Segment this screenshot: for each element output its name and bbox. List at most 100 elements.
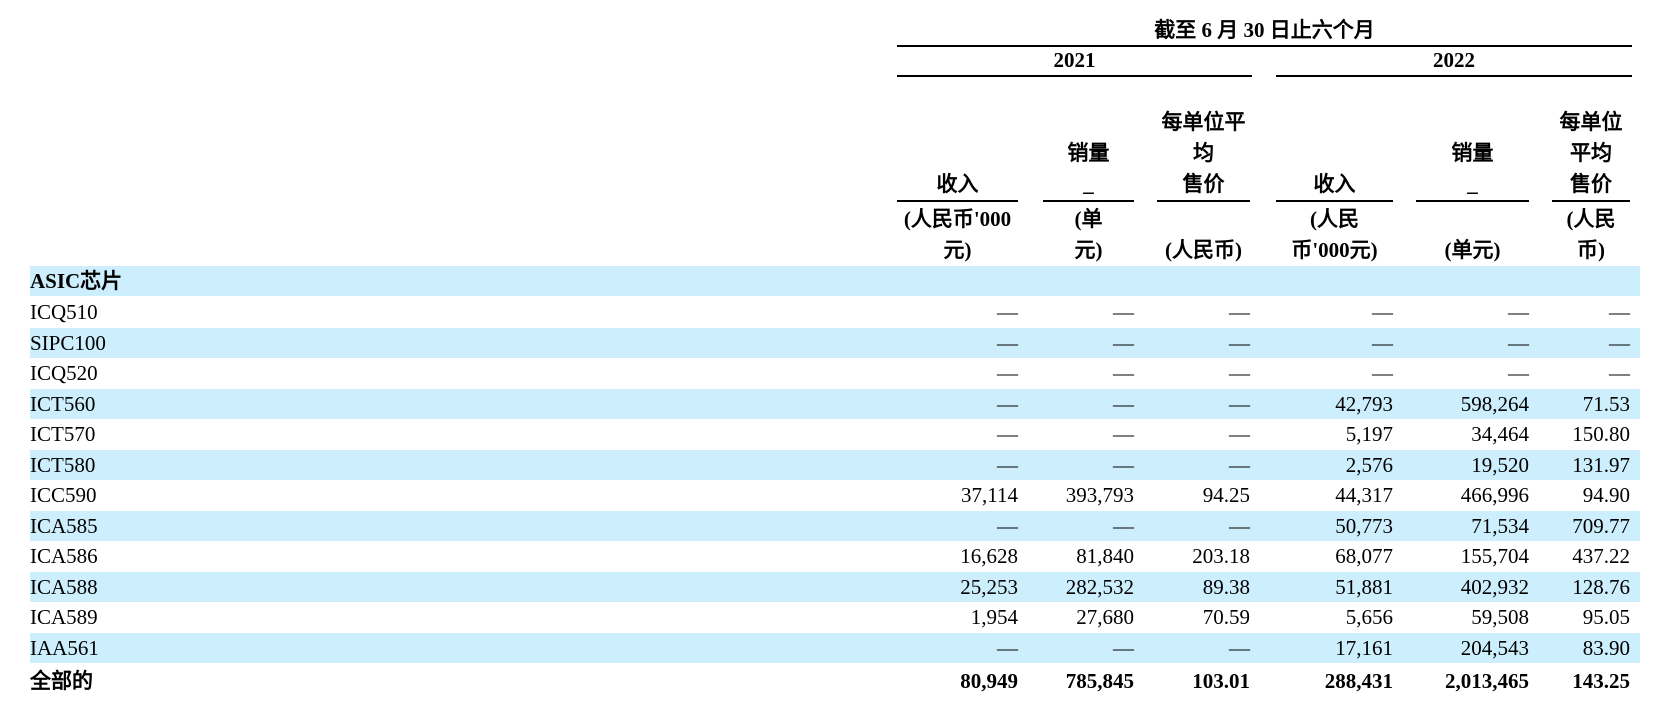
row-value: — bbox=[1113, 361, 1134, 385]
row-value: 95.05 bbox=[1582, 605, 1630, 629]
row-value: — bbox=[997, 361, 1018, 385]
row-value: 25,253 bbox=[960, 574, 1018, 599]
row-label: ICT580 bbox=[30, 452, 96, 477]
row-value: 80,949 bbox=[960, 669, 1018, 693]
table-row: IAA561 — — — 17,161 204,543 83.90 bbox=[30, 632, 1640, 663]
row-value: 19,520 bbox=[1471, 452, 1529, 477]
row-value: — bbox=[997, 513, 1018, 538]
row-value: 466,996 bbox=[1460, 483, 1529, 507]
row-value: — bbox=[1229, 330, 1250, 355]
row-label: ICT560 bbox=[30, 391, 96, 416]
row-value: — bbox=[997, 391, 1018, 416]
row-value: 71,534 bbox=[1471, 513, 1529, 538]
row-value: — bbox=[1508, 330, 1529, 355]
row-value: — bbox=[1609, 330, 1630, 355]
column-header-unit: (人民币'000 bbox=[903, 207, 1012, 231]
row-value: 37,114 bbox=[961, 483, 1018, 507]
row-value: 94.25 bbox=[1202, 483, 1250, 507]
row-value: 94.90 bbox=[1582, 483, 1630, 507]
column-header-unit: (人民币) bbox=[1165, 238, 1242, 262]
row-value: 437.22 bbox=[1572, 544, 1630, 568]
row-value: 103.01 bbox=[1192, 669, 1250, 693]
column-header-rule bbox=[1157, 200, 1250, 202]
row-value: — bbox=[1508, 361, 1529, 385]
column-header-unit: 元) bbox=[1074, 238, 1103, 262]
row-value: 71.53 bbox=[1582, 391, 1630, 416]
row-value: 34,464 bbox=[1471, 422, 1529, 446]
table-row: ICT560 — — — 42,793 598,264 71.53 bbox=[30, 388, 1640, 419]
row-value: — bbox=[1372, 361, 1393, 385]
row-value: — bbox=[1113, 452, 1134, 477]
year-2022-rule bbox=[1276, 75, 1632, 77]
year-2021-rule bbox=[897, 75, 1252, 77]
row-label: ICA589 bbox=[30, 605, 98, 629]
row-value: 5,656 bbox=[1345, 605, 1393, 629]
row-value: 89.38 bbox=[1202, 574, 1250, 599]
table-row: ICQ510 — — — — — — bbox=[30, 297, 1640, 327]
row-label: ICC590 bbox=[30, 483, 97, 507]
row-value: 42,793 bbox=[1335, 391, 1393, 416]
column-header-name: 售价 bbox=[1182, 172, 1225, 196]
column-header-rule bbox=[897, 200, 1018, 202]
row-value: 155,704 bbox=[1460, 544, 1529, 568]
row-value: 204,543 bbox=[1460, 635, 1529, 660]
row-value: — bbox=[1113, 391, 1134, 416]
row-value: — bbox=[1229, 635, 1250, 660]
row-value: — bbox=[1372, 300, 1393, 324]
row-value: 282,532 bbox=[1065, 574, 1134, 599]
section-header-row: ASIC芯片 bbox=[30, 266, 1640, 296]
table-row: ICT580 — — — 2,576 19,520 131.97 bbox=[30, 449, 1640, 480]
row-value: 5,197 bbox=[1345, 422, 1393, 446]
row-value: 2,013,465 bbox=[1445, 669, 1529, 693]
row-value: 1,954 bbox=[970, 605, 1018, 629]
row-value: 81,840 bbox=[1076, 544, 1134, 568]
column-header-unit: 元) bbox=[943, 238, 972, 262]
row-label: ASIC芯片 bbox=[30, 269, 123, 293]
column-header-unit: 币'000元) bbox=[1291, 238, 1378, 262]
row-value: 393,793 bbox=[1065, 483, 1134, 507]
row-value: 50,773 bbox=[1335, 513, 1393, 538]
row-value: — bbox=[997, 635, 1018, 660]
row-value: 44,317 bbox=[1335, 483, 1393, 507]
row-value: — bbox=[997, 452, 1018, 477]
table-row: ICA586 16,628 81,840 203.18 68,077 155,704 437… bbox=[30, 541, 1640, 571]
row-value: — bbox=[1229, 361, 1250, 385]
row-value: 51,881 bbox=[1335, 574, 1393, 599]
column-header-rule bbox=[1043, 200, 1134, 202]
row-value: 785,845 bbox=[1065, 669, 1134, 693]
row-value: — bbox=[1113, 422, 1134, 446]
row-value: 68,077 bbox=[1335, 544, 1393, 568]
table-row: ICC590 37,114 393,793 94.25 44,317 466,996 94.… bbox=[30, 480, 1640, 510]
row-value: 709.77 bbox=[1572, 513, 1630, 538]
column-header-unit: 币) bbox=[1577, 238, 1605, 262]
row-value: 128.76 bbox=[1572, 574, 1630, 599]
row-label: 全部的 bbox=[30, 669, 93, 693]
row-label: SIPC100 bbox=[30, 330, 106, 355]
row-label: ICA586 bbox=[30, 544, 98, 568]
row-label: ICT570 bbox=[30, 422, 96, 446]
column-header-unit: (单 bbox=[1074, 207, 1103, 231]
row-label: ICA588 bbox=[30, 574, 98, 599]
column-header-name: 均 bbox=[1193, 141, 1214, 165]
column-header-name: _ bbox=[1083, 172, 1094, 196]
row-value: — bbox=[1229, 391, 1250, 416]
row-value: 150.80 bbox=[1572, 422, 1630, 446]
column-header-name: 每单位平 bbox=[1161, 110, 1246, 134]
row-value: — bbox=[997, 422, 1018, 446]
row-value: — bbox=[1113, 330, 1134, 355]
column-header-unit: (人民 bbox=[1310, 207, 1359, 231]
row-label: ICQ520 bbox=[30, 361, 98, 385]
column-header-rule bbox=[1276, 200, 1393, 202]
table-row: ICQ520 — — — — — — bbox=[30, 358, 1640, 388]
row-value: — bbox=[1113, 635, 1134, 660]
year-2021: 2021 bbox=[1053, 48, 1096, 72]
row-label: ICA585 bbox=[30, 513, 98, 538]
table-row: SIPC100 — — — — — — bbox=[30, 327, 1640, 358]
column-header-name: 平均 bbox=[1570, 141, 1612, 165]
column-header-name: 销量 bbox=[1067, 141, 1110, 165]
row-value: 59,508 bbox=[1471, 605, 1529, 629]
row-label: IAA561 bbox=[30, 635, 99, 660]
row-value: 16,628 bbox=[960, 544, 1018, 568]
row-value: — bbox=[1113, 300, 1134, 324]
column-header-rule bbox=[1416, 200, 1529, 202]
